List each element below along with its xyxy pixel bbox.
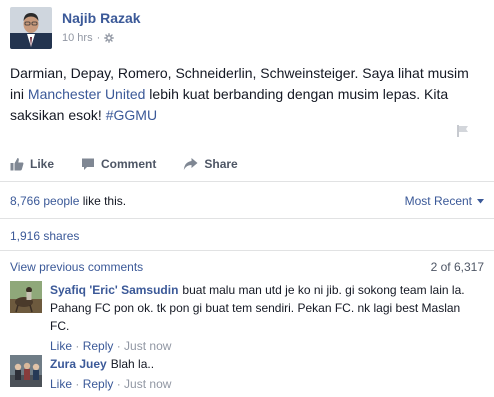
post-text: Darmian, Depay, Romero, Schneiderlin, Sc… [10,63,484,126]
comment-content: Zura Juey Blah la.. [50,355,480,373]
comment-actions: Like · Reply · Just now [50,339,172,353]
comment-text: Blah la.. [110,357,155,371]
comment-actions: Like · Reply · Just now [50,377,172,391]
like-label: Like [30,157,55,171]
commenter-avatar[interactable] [10,281,42,313]
comment-reply-link[interactable]: Reply [83,339,114,353]
comment-label: Comment [101,157,157,171]
commenter-name[interactable]: Syafiq 'Eric' Samsudin [50,283,178,297]
comment-item: Zura Juey Blah la.. Like · Reply · Just n… [10,355,484,395]
post-meta: 10 hrs · [62,32,115,44]
sort-label: Most Recent [404,194,472,208]
comment-like-link[interactable]: Like [50,377,72,391]
comments-count: 2 of 6,317 [430,260,484,274]
comment-item: Syafiq 'Eric' Samsudin buat malu man utd … [10,281,484,353]
gear-icon[interactable] [104,33,115,43]
divider [0,218,494,219]
author-avatar[interactable] [10,7,52,49]
shares-link[interactable]: 1,916 shares [10,229,79,243]
previous-comments-row: View previous comments 2 of 6,317 [10,260,484,274]
sort-dropdown[interactable]: Most Recent [405,194,484,208]
comment-button[interactable]: Comment [81,157,156,171]
likes-count-link[interactable]: 8,766 people [10,194,79,208]
commenter-name[interactable]: Zura Juey [50,357,107,371]
share-arrow-icon [184,158,198,170]
view-previous-comments-link[interactable]: View previous comments [10,260,143,274]
divider [0,181,494,182]
comment-content: Syafiq 'Eric' Samsudin buat malu man utd … [50,281,480,335]
hashtag-link[interactable]: #GGMU [106,107,157,123]
comment-body: Syafiq 'Eric' Samsudin buat malu man utd … [50,281,480,355]
speech-bubble-icon [82,158,95,170]
likes-suffix: like this. [79,194,127,208]
likes-text: 8,766 people like this. [10,194,126,208]
comment-body: Zura Juey Blah la.. Like · Reply · Just n… [50,355,480,393]
comment-time[interactable]: Just now [124,377,171,391]
comment-reply-link[interactable]: Reply [83,377,114,391]
commenter-avatar[interactable] [10,355,42,387]
comment-like-link[interactable]: Like [50,339,72,353]
share-label: Share [204,157,238,171]
share-button[interactable]: Share [183,157,238,171]
divider [0,250,494,251]
separator-dot: · [96,32,101,44]
like-button[interactable]: Like [10,157,54,171]
page-link-manchester-united[interactable]: Manchester United [28,86,146,102]
comment-time[interactable]: Just now [124,339,171,353]
flag-icon[interactable] [456,124,470,138]
post-actions: Like Comment Share [10,150,265,178]
post-time[interactable]: 10 hrs [62,32,93,44]
thumbs-up-icon [10,158,24,171]
author-name[interactable]: Najib Razak [62,10,141,26]
facebook-post: Najib Razak 10 hrs · Darmian, Depay, Rom… [0,0,494,397]
chevron-down-icon [477,198,484,203]
likes-summary: 8,766 people like this. Most Recent [10,192,484,210]
